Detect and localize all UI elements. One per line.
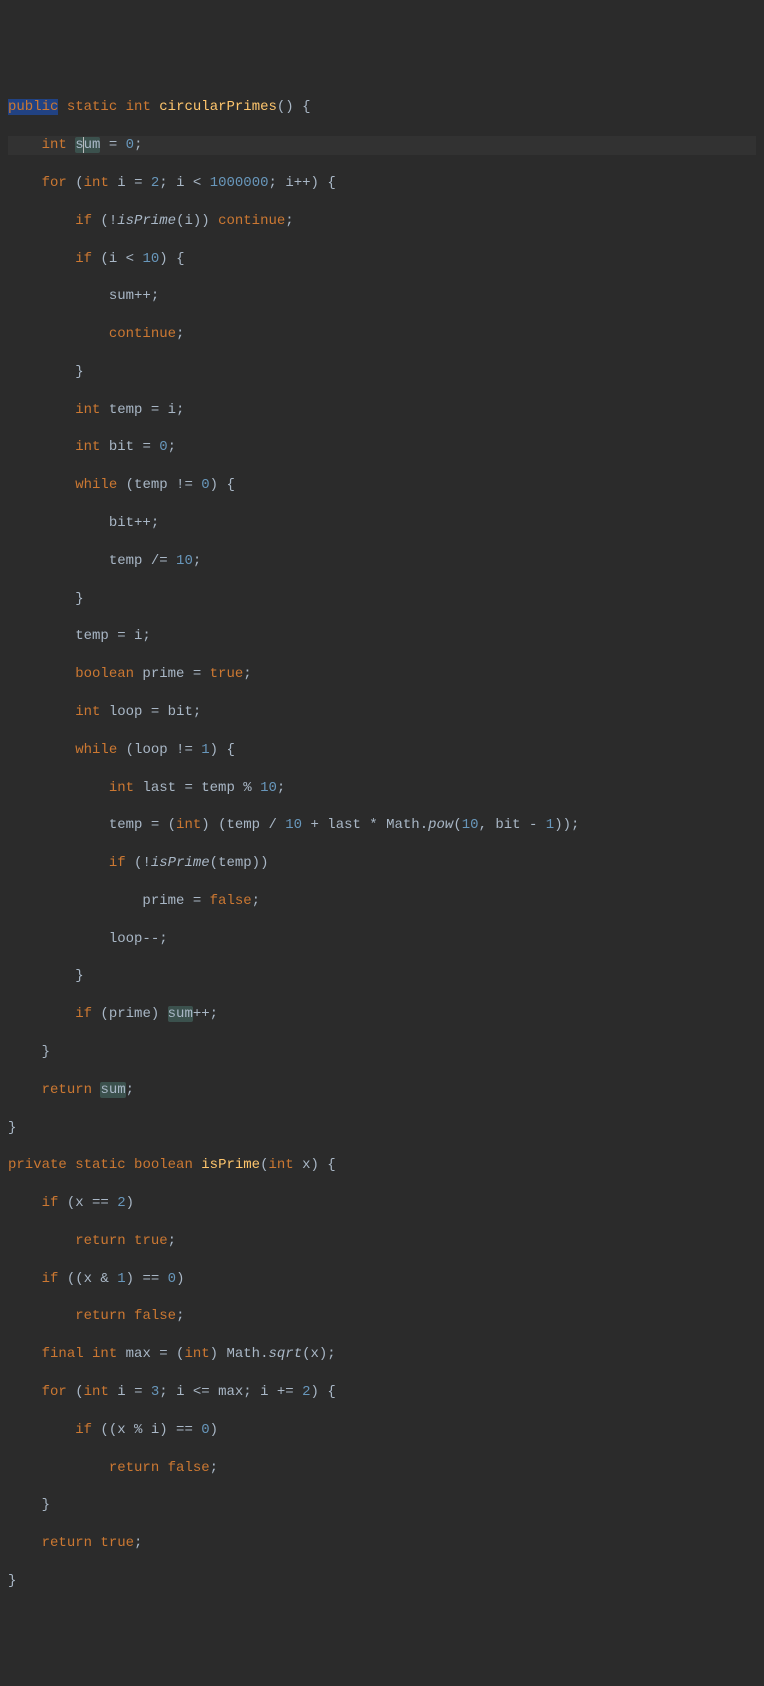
code-line: final int max = (int) Math.sqrt(x); — [8, 1345, 756, 1364]
code-line: temp = (int) (temp / 10 + last * Math.po… — [8, 816, 756, 835]
method-name: isPrime — [201, 1157, 260, 1173]
code-line: while (loop != 1) { — [8, 741, 756, 760]
code-line: temp = i; — [8, 627, 756, 646]
code-line: } — [8, 1496, 756, 1515]
code-line: private static boolean isPrime(int x) { — [8, 1156, 756, 1175]
code-line: } — [8, 590, 756, 609]
code-line: if (prime) sum++; — [8, 1005, 756, 1024]
code-line: boolean prime = true; — [8, 665, 756, 684]
code-line-current: int sum = 0; — [8, 136, 756, 155]
code-line: temp /= 10; — [8, 552, 756, 571]
code-line: } — [8, 967, 756, 986]
code-line: bit++; — [8, 514, 756, 533]
code-line: } — [8, 1043, 756, 1062]
code-line: if ((x & 1) == 0) — [8, 1270, 756, 1289]
code-line: loop--; — [8, 930, 756, 949]
code-line: return true; — [8, 1534, 756, 1553]
code-line: for (int i = 2; i < 1000000; i++) { — [8, 174, 756, 193]
keyword-public: public — [8, 99, 58, 115]
code-line: return sum; — [8, 1081, 756, 1100]
code-line: int temp = i; — [8, 401, 756, 420]
cursor-position: sum — [75, 137, 100, 153]
code-line: int last = temp % 10; — [8, 779, 756, 798]
code-line: if (i < 10) { — [8, 250, 756, 269]
code-line: if (!isPrime(i)) continue; — [8, 212, 756, 231]
method-name: circularPrimes — [159, 99, 277, 115]
code-line: if (!isPrime(temp)) — [8, 854, 756, 873]
code-line: return false; — [8, 1307, 756, 1326]
code-line: } — [8, 1572, 756, 1591]
code-line: prime = false; — [8, 892, 756, 911]
code-line: public static int circularPrimes() { — [8, 98, 756, 117]
code-editor[interactable]: public static int circularPrimes() { int… — [8, 80, 756, 1610]
code-line: int loop = bit; — [8, 703, 756, 722]
code-line: continue; — [8, 325, 756, 344]
code-line: } — [8, 1119, 756, 1138]
code-line: int bit = 0; — [8, 438, 756, 457]
code-line: if (x == 2) — [8, 1194, 756, 1213]
code-line: } — [8, 363, 756, 382]
code-line: while (temp != 0) { — [8, 476, 756, 495]
code-line: if ((x % i) == 0) — [8, 1421, 756, 1440]
code-line: return true; — [8, 1232, 756, 1251]
code-line: return false; — [8, 1459, 756, 1478]
code-line: sum++; — [8, 287, 756, 306]
code-line: for (int i = 3; i <= max; i += 2) { — [8, 1383, 756, 1402]
